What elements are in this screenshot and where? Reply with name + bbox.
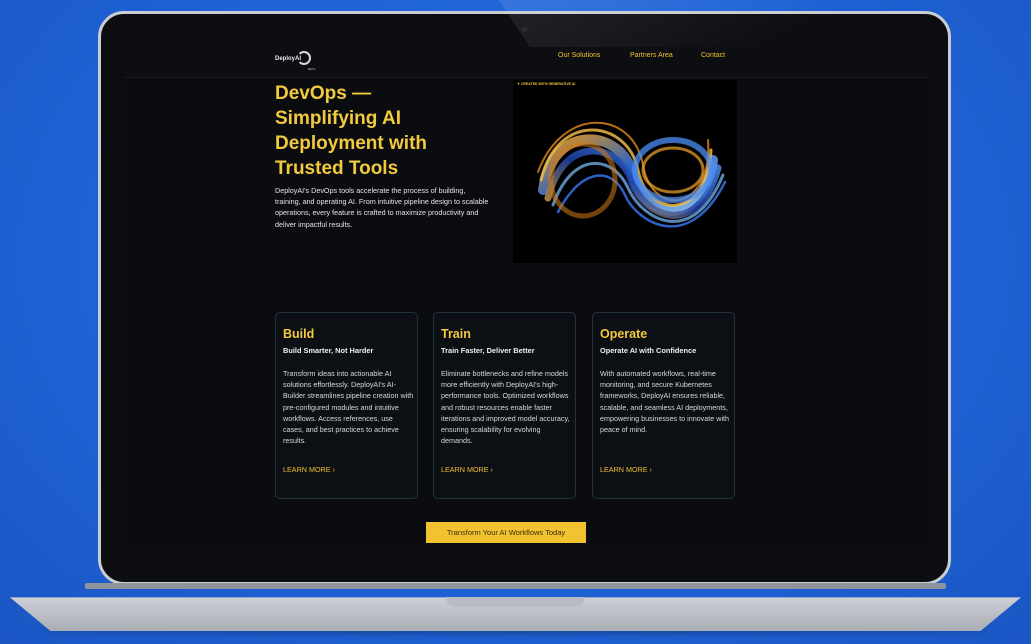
hero-ai-artwork: ✦ CREATED WITH GENERATIVE AI — [513, 80, 737, 263]
laptop-base — [10, 597, 1021, 631]
card-subtitle: Operate AI with Confidence — [600, 346, 697, 355]
card-subtitle: Build Smarter, Not Harder — [283, 346, 374, 355]
beta-badge: BETA — [308, 67, 316, 71]
card-title: Build — [283, 327, 315, 341]
hero-title-line: Simplifying AI — [275, 108, 401, 129]
transform-workflows-button[interactable]: Transform Your AI Workflows Today — [426, 522, 586, 543]
card-title: Operate — [600, 327, 648, 341]
card-operate: Operate Operate AI with Confidence With … — [592, 312, 735, 499]
nav-link-our-solutions[interactable]: Our Solutions — [558, 52, 600, 59]
card-train: Train Train Faster, Deliver Better Elimi… — [433, 312, 576, 499]
deployai-logo[interactable]: DeployAI BETA — [275, 51, 316, 73]
webcam — [522, 27, 527, 32]
hero-title-line: Deployment with — [275, 133, 428, 154]
generative-ai-badge: ✦ CREATED WITH GENERATIVE AI — [517, 82, 576, 86]
hero-description: DeployAI's DevOps tools accelerate the p… — [275, 186, 489, 229]
hero-title-line: Trusted Tools — [275, 158, 399, 179]
laptop-hinge — [85, 583, 946, 589]
learn-more-link[interactable]: LEARN MORE › — [600, 465, 652, 474]
card-build: Build Build Smarter, Not Harder Transfor… — [275, 312, 418, 499]
top-navigation: DeployAI BETA Our Solutions Partners Are… — [123, 47, 926, 78]
card-title: Train — [441, 327, 471, 341]
learn-more-link[interactable]: LEARN MORE › — [283, 465, 335, 474]
hero-title-line: DevOps — — [275, 83, 372, 104]
learn-more-link[interactable]: LEARN MORE › — [441, 465, 493, 474]
card-body: Eliminate bottlenecks and refine models … — [441, 369, 570, 446]
nav-link-partners-area[interactable]: Partners Area — [630, 52, 673, 59]
hero-title: DevOps — Simplifying AI Deployment with … — [275, 81, 475, 181]
laptop-open-notch — [446, 597, 585, 607]
website-screen: DeployAI BETA Our Solutions Partners Are… — [123, 47, 926, 547]
card-body: Transform ideas into actionable AI solut… — [283, 369, 414, 446]
logo-ring-icon — [297, 51, 311, 65]
nav-link-contact[interactable]: Contact — [701, 52, 725, 59]
card-subtitle: Train Faster, Deliver Better — [441, 346, 535, 355]
card-body: With automated workflows, real-time moni… — [600, 369, 730, 435]
abstract-swirl-image — [537, 121, 727, 228]
